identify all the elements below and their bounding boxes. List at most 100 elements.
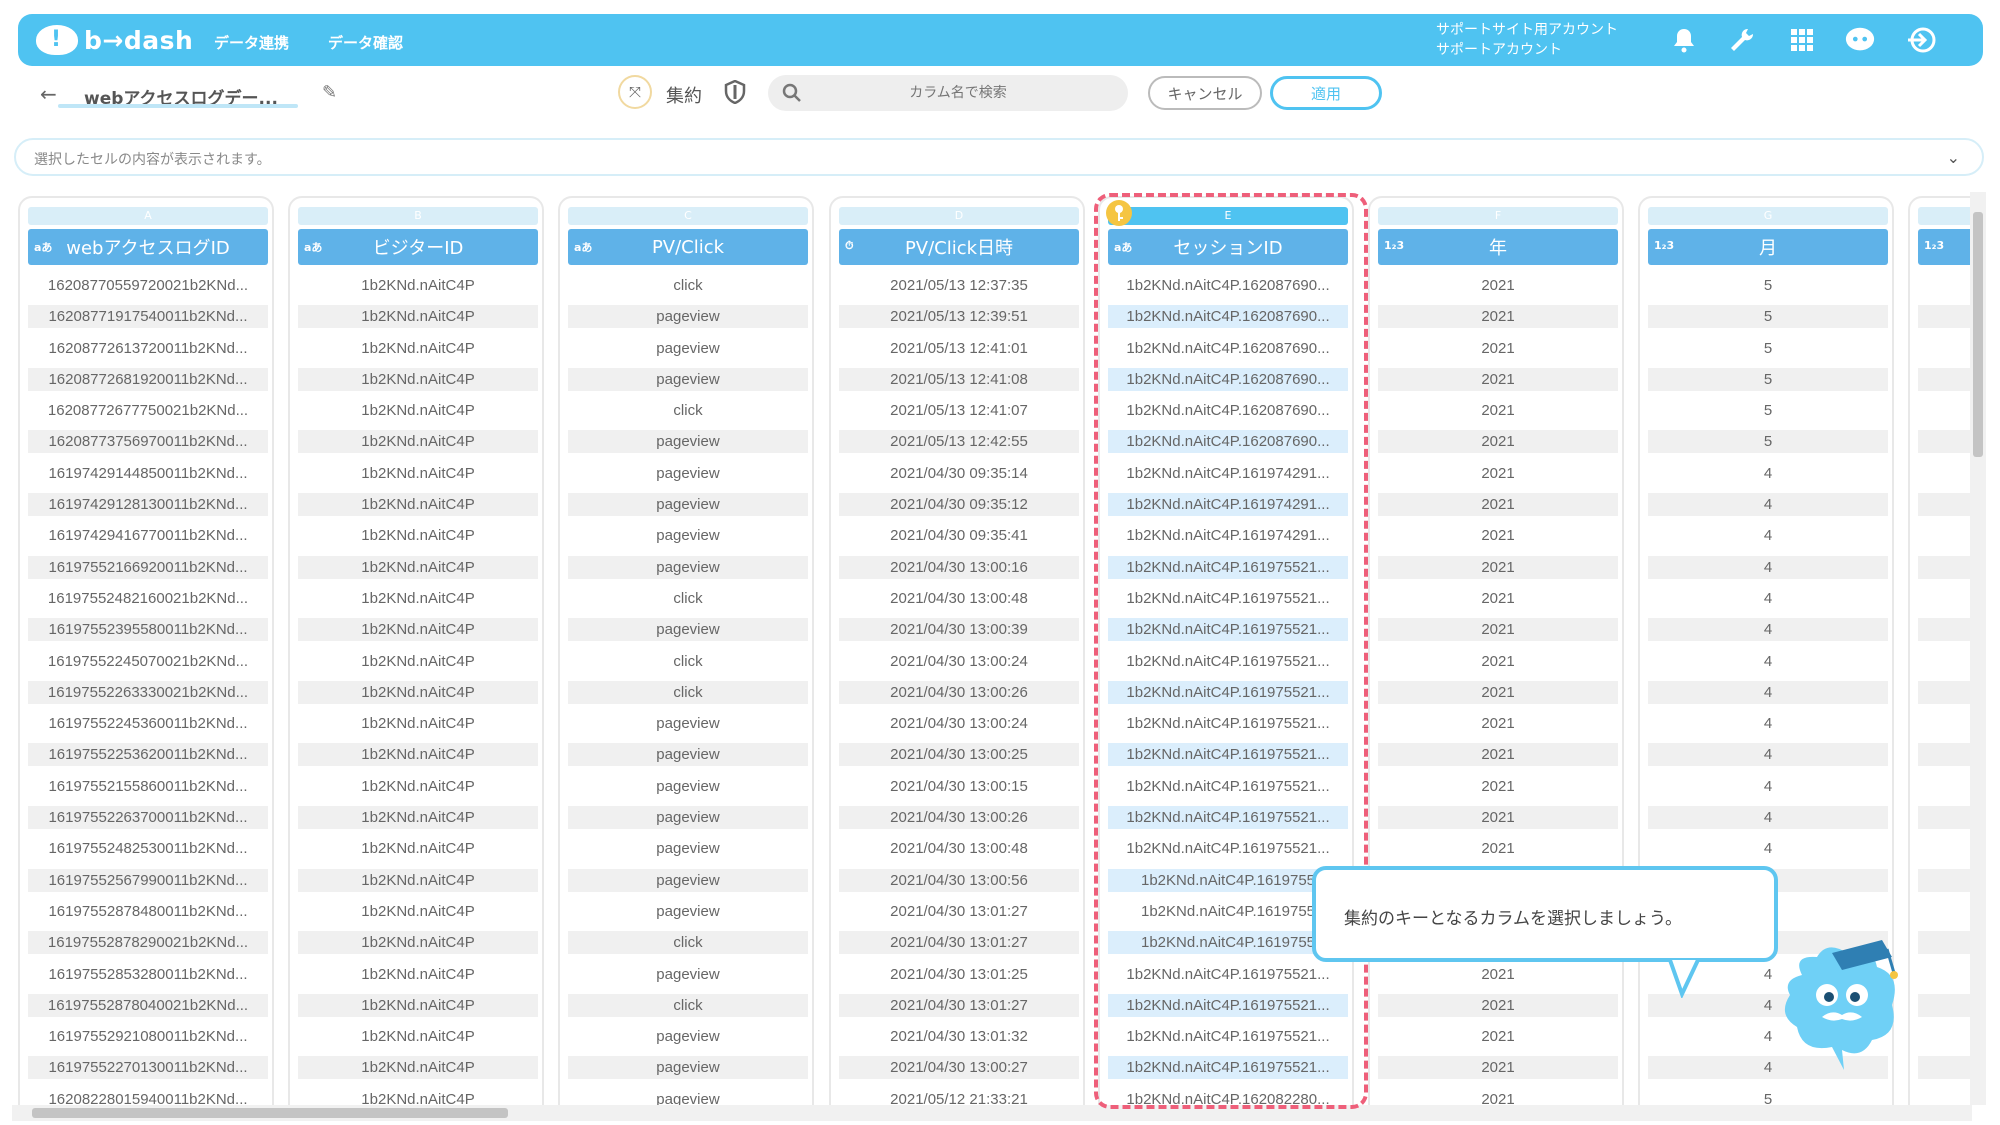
table-cell[interactable]: 1b2KNd.nAitC4P.162087690... — [1108, 305, 1348, 329]
table-cell[interactable]: 2021 — [1378, 1056, 1618, 1080]
table-cell[interactable]: 5 — [1648, 305, 1888, 329]
table-cell[interactable]: 2021/04/30 13:01:27 — [839, 993, 1079, 1017]
column-letter[interactable]: B — [298, 207, 538, 225]
table-cell[interactable]: 2021 — [1378, 555, 1618, 579]
column-header[interactable]: aあ ビジターID — [298, 229, 538, 265]
table-cell[interactable]: pageview — [568, 900, 808, 923]
table-cell[interactable]: 16197429416770011b2KNd... — [28, 524, 268, 547]
grid-icon[interactable] — [1786, 24, 1818, 56]
table-cell[interactable]: 2021/05/13 12:41:07 — [839, 399, 1079, 422]
table-cell[interactable]: 1b2KNd.nAitC4P — [298, 462, 538, 485]
table-cell[interactable]: 1b2KNd.nAitC4P — [298, 555, 538, 579]
table-cell[interactable]: 1b2KNd.nAitC4P — [298, 650, 538, 673]
table-cell[interactable]: 2021/05/13 12:41:08 — [839, 367, 1079, 391]
table-cell[interactable]: 2021 — [1378, 1025, 1618, 1048]
table-cell[interactable] — [1918, 1025, 1975, 1048]
table-cell[interactable]: 2021 — [1378, 274, 1618, 297]
table-cell[interactable] — [1918, 931, 1975, 955]
table-cell[interactable] — [1918, 712, 1975, 735]
table-cell[interactable] — [1918, 775, 1975, 798]
table-cell[interactable]: 1b2KNd.nAitC4P.161975521... — [1108, 775, 1348, 798]
table-cell[interactable]: 2021/04/30 13:00:27 — [839, 1056, 1079, 1080]
table-cell[interactable] — [1918, 367, 1975, 391]
chevron-down-icon[interactable]: ⌄ — [1947, 148, 1960, 167]
table-cell[interactable]: 4 — [1648, 712, 1888, 735]
table-cell[interactable]: pageview — [568, 555, 808, 579]
table-cell[interactable]: 1b2KNd.nAitC4P — [298, 587, 538, 610]
horizontal-scroll-thumb[interactable] — [32, 1108, 508, 1118]
table-cell[interactable]: 2021 — [1378, 993, 1618, 1017]
table-cell[interactable]: 1b2KNd.nAitC4P — [298, 274, 538, 297]
vertical-scrollbar[interactable] — [1970, 192, 1986, 1105]
table-cell[interactable]: 2021/04/30 09:35:12 — [839, 493, 1079, 517]
table-cell[interactable]: 1b2KNd.nAitC4P — [298, 399, 538, 422]
table-cell[interactable]: 2021/04/30 13:00:26 — [839, 680, 1079, 704]
table-cell[interactable]: 2021 — [1378, 524, 1618, 547]
table-cell[interactable]: 5 — [1648, 274, 1888, 297]
table-cell[interactable]: 16197552253620011b2KNd... — [28, 743, 268, 767]
table-cell[interactable]: pageview — [568, 868, 808, 892]
table-cell[interactable] — [1918, 650, 1975, 673]
table-cell[interactable]: 1b2KNd.nAitC4P.161975521... — [1108, 837, 1348, 860]
table-cell[interactable]: 1b2KNd.nAitC4P — [298, 430, 538, 454]
table-cell[interactable] — [1918, 1056, 1975, 1080]
horizontal-scrollbar[interactable] — [12, 1105, 1972, 1121]
column-a[interactable]: Aaあ webアクセスログID 16208770559720021b2KNd... 1… — [18, 196, 274, 1105]
table-cell[interactable]: 1b2KNd.nAitC4P — [298, 337, 538, 360]
table-cell[interactable]: 4 — [1648, 680, 1888, 704]
table-cell[interactable]: click — [568, 587, 808, 610]
table-cell[interactable] — [1918, 555, 1975, 579]
table-cell[interactable]: 2021 — [1378, 305, 1618, 329]
column-search[interactable] — [768, 75, 1128, 111]
table-cell[interactable]: 16197552853280011b2KNd... — [28, 963, 268, 986]
column-c[interactable]: Caあ PV/Click click pageview pageview pageview… — [558, 196, 814, 1105]
table-cell[interactable]: 16197429144850011b2KNd... — [28, 462, 268, 485]
table-cell[interactable]: 1b2KNd.nAitC4P — [298, 1088, 538, 1105]
nav-data-integration[interactable]: データ連携 — [214, 32, 289, 53]
column-e[interactable]: Eaあ セッションID 1b2KNd.nAitC4P.162087690... 1b2… — [1098, 196, 1354, 1105]
table-cell[interactable]: 5 — [1648, 399, 1888, 422]
brand-logo[interactable]: b→dash — [36, 22, 193, 58]
table-cell[interactable]: 1b2KNd.nAitC4P — [298, 1025, 538, 1048]
table-cell[interactable]: 2021/04/30 13:00:26 — [839, 806, 1079, 830]
table-cell[interactable]: 2021 — [1378, 587, 1618, 610]
table-cell[interactable]: 4 — [1648, 743, 1888, 767]
table-cell[interactable]: pageview — [568, 712, 808, 735]
table-cell[interactable]: 2021 — [1378, 493, 1618, 517]
table-cell[interactable]: 1b2KNd.nAitC4P.161974291... — [1108, 462, 1348, 485]
table-cell[interactable] — [1918, 680, 1975, 704]
table-cell[interactable]: pageview — [568, 462, 808, 485]
table-cell[interactable]: pageview — [568, 743, 808, 767]
table-cell[interactable]: 1b2KNd.nAitC4P — [298, 993, 538, 1017]
table-cell[interactable] — [1918, 993, 1975, 1017]
table-cell[interactable]: 2021/05/13 12:41:01 — [839, 337, 1079, 360]
column-header[interactable]: aあ PV/Click — [568, 229, 808, 265]
table-cell[interactable] — [1918, 587, 1975, 610]
table-cell[interactable]: 1b2KNd.nAitC4P — [298, 493, 538, 517]
table-cell[interactable] — [1918, 493, 1975, 517]
table-cell[interactable]: 1b2KNd.nAitC4P.162082280... — [1108, 1088, 1348, 1105]
table-cell[interactable]: pageview — [568, 806, 808, 830]
column-header[interactable]: 1₂3 月 — [1648, 229, 1888, 265]
table-cell[interactable]: 4 — [1648, 775, 1888, 798]
table-cell[interactable]: 2021/04/30 09:35:41 — [839, 524, 1079, 547]
table-cell[interactable]: 4 — [1648, 555, 1888, 579]
table-cell[interactable]: 16197552263330021b2KNd... — [28, 680, 268, 704]
table-cell[interactable]: 16208772613720011b2KNd... — [28, 337, 268, 360]
table-cell[interactable]: 1b2KNd.nAitC4P — [298, 837, 538, 860]
logout-icon[interactable] — [1906, 24, 1938, 56]
table-cell[interactable] — [1918, 868, 1975, 892]
table-cell[interactable]: 1b2KNd.nAitC4P.161974291... — [1108, 524, 1348, 547]
column-b[interactable]: Baあ ビジターID 1b2KNd.nAitC4P 1b2KNd.nAitC4P 1b2… — [288, 196, 544, 1105]
column-header[interactable]: 1₂3 年 — [1378, 229, 1618, 265]
table-cell[interactable]: 16197552166920011b2KNd... — [28, 555, 268, 579]
table-cell[interactable]: 16197552482160021b2KNd... — [28, 587, 268, 610]
table-cell[interactable]: 1b2KNd.nAitC4P.161975521... — [1108, 993, 1348, 1017]
column-d[interactable]: D ⏱ PV/Click日時 2021/05/13 12:37:35 2021/05/1… — [829, 196, 1085, 1105]
table-cell[interactable]: 16208772677750021b2KNd... — [28, 399, 268, 422]
table-cell[interactable]: 16197552878290021b2KNd... — [28, 931, 268, 955]
table-cell[interactable]: click — [568, 993, 808, 1017]
table-cell[interactable] — [1918, 806, 1975, 830]
column-letter[interactable]: G — [1648, 207, 1888, 225]
table-cell[interactable]: 2021 — [1378, 462, 1618, 485]
